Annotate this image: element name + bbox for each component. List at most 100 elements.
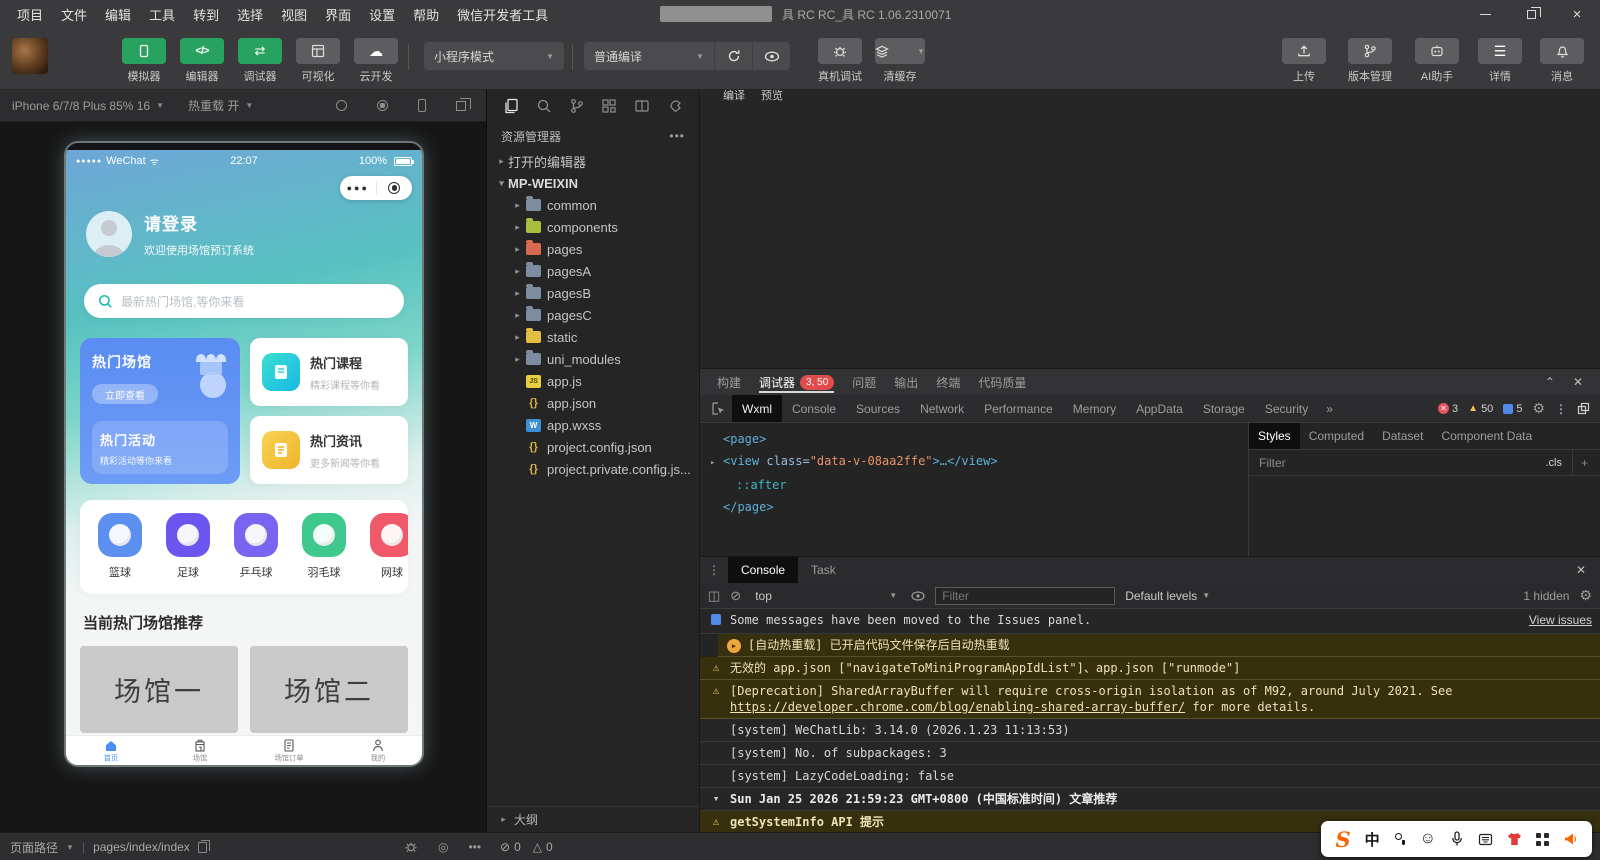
devtools-tab[interactable]: AppData [1126,395,1193,422]
version-control-button[interactable] [1348,38,1392,64]
venue-card[interactable]: 场馆一 [80,646,238,733]
login-prompt[interactable]: 请登录 [144,210,254,235]
menu-item[interactable]: 界面 [316,5,360,24]
close-panel-icon[interactable]: ✕ [1564,375,1592,389]
devtools-tab[interactable]: Security [1255,395,1318,422]
compile-button[interactable] [714,42,752,70]
menu-item[interactable]: 工具 [140,5,184,24]
capsule-button[interactable]: ●●● [340,176,412,200]
more-options-icon[interactable]: ⋮ [1555,402,1567,416]
phone-avatar[interactable] [86,211,132,257]
devtools-tab[interactable]: Storage [1193,395,1255,422]
extensions-icon[interactable] [601,98,617,114]
more-icon[interactable]: ••• [468,840,481,854]
user-avatar[interactable] [12,38,48,74]
styles-tab[interactable]: Computed [1300,423,1373,449]
styles-tab[interactable]: Styles [1249,423,1300,449]
capsule-close-icon[interactable] [377,182,413,194]
tree-item[interactable]: uni_modules [487,348,699,370]
clear-cache-button[interactable]: ▼ [875,38,925,64]
tab-task[interactable]: Task [798,557,849,583]
device-frame-icon[interactable] [418,99,426,112]
messages-button[interactable] [1540,38,1584,64]
search-bar[interactable]: 最新热门场馆,等你来看 [84,284,404,318]
sport-category[interactable]: 网球 [364,513,408,585]
tab-venues[interactable]: 场馆 [155,736,244,765]
log-levels-selector[interactable]: Default levels ▼ [1125,589,1210,603]
watch-icon[interactable]: ◎ [438,840,448,854]
punctuation-mode-icon[interactable] [1394,832,1406,846]
visualize-toggle-button[interactable] [296,38,340,64]
page-path-label[interactable]: 页面路径 [10,839,58,856]
panel-tab[interactable]: 构建 [708,369,750,395]
styles-tab[interactable]: Component Data [1432,423,1541,449]
split-layout-icon[interactable] [634,98,650,114]
upload-button[interactable] [1282,38,1326,64]
warning-badge[interactable]: ▲50 [1468,403,1493,415]
menu-item[interactable]: 选择 [228,5,272,24]
tree-item[interactable]: static [487,326,699,348]
tree-item[interactable]: pagesC [487,304,699,326]
news-card[interactable]: 热门资讯 更多新闻等你看 [250,416,408,484]
settings-gear-icon[interactable]: ⚙ [1532,400,1545,417]
console-settings-icon[interactable]: ⚙ [1579,587,1592,604]
panel-tab[interactable]: 代码质量 [969,369,1035,395]
miniprogram-mode-select[interactable]: 小程序模式 ▼ [424,42,564,70]
sport-category[interactable]: 篮球 [92,513,148,585]
cloud-dev-button[interactable]: ☁ [354,38,398,64]
debugger-toggle-button[interactable]: ⇄ [238,38,282,64]
venue-card[interactable]: 场馆二 [250,646,408,733]
message-link[interactable]: https://developer.chrome.com/blog/enabli… [730,700,1185,714]
new-style-rule-icon[interactable]: + [1572,450,1596,475]
menu-item[interactable]: 项目 [8,5,52,24]
tree-item[interactable]: project.private.config.js... [487,458,699,480]
close-button[interactable]: × [1554,0,1600,28]
devtools-tab[interactable]: Console [782,395,846,422]
menu-item[interactable]: 编辑 [96,5,140,24]
search-icon[interactable] [536,98,552,114]
tree-item[interactable]: components [487,216,699,238]
sport-category[interactable]: 乒乓球 [228,513,284,585]
hot-reload-selector[interactable]: 热重载 开 ▼ [188,97,253,114]
undock-icon[interactable] [1577,402,1590,415]
tree-item[interactable]: app.js [487,370,699,392]
voice-input-icon[interactable] [1450,831,1464,847]
activity-promo[interactable]: 热门活动 精彩活动等你来看 [92,421,228,474]
styles-filter-input[interactable]: Filter [1259,456,1286,470]
expand-caret-icon[interactable]: ▸ [710,452,723,474]
tree-item[interactable]: project.config.json [487,436,699,458]
menu-item[interactable]: 设置 [360,5,404,24]
multi-window-icon[interactable] [456,101,466,111]
more-actions-icon[interactable]: ••• [669,129,685,143]
copy-path-icon[interactable] [198,842,207,853]
devtools-tab[interactable]: Memory [1063,395,1126,422]
more-tabs-icon[interactable]: » [1318,402,1341,416]
live-expression-icon[interactable] [911,591,925,601]
skin-icon[interactable] [1507,832,1522,846]
device-selector[interactable]: iPhone 6/7/8 Plus 85% 16 [12,99,150,113]
language-mode-icon[interactable]: 中 [1365,829,1380,850]
tab-console[interactable]: Console [728,557,798,583]
tree-item[interactable]: common [487,194,699,216]
tree-item[interactable]: pages [487,238,699,260]
menu-item[interactable]: 视图 [272,5,316,24]
more-dots-icon[interactable]: ●●● [340,183,376,193]
menu-item[interactable]: 文件 [52,5,96,24]
emoji-icon[interactable]: ☺ [1420,830,1436,848]
panel-tab[interactable]: 问题 [843,369,885,395]
tree-item[interactable]: pagesA [487,260,699,282]
wxml-tree[interactable]: <page> ▸<view class="data-v-08aa2ffe">…<… [700,423,1248,556]
inspect-element-icon[interactable] [704,401,732,416]
devtools-tab[interactable]: Sources [846,395,910,422]
console-sidebar-icon[interactable]: ◫ [708,588,720,604]
ai-assistant-button[interactable] [1415,38,1459,64]
source-control-icon[interactable] [569,98,585,114]
close-console-icon[interactable]: ✕ [1562,563,1600,577]
clear-console-icon[interactable]: ⊘ [730,588,741,604]
minimize-button[interactable] [1462,0,1508,28]
editor-toggle-button[interactable]: </> [180,38,224,64]
tree-item[interactable]: pagesB [487,282,699,304]
tree-item[interactable]: app.wxss [487,414,699,436]
drag-handle-icon[interactable]: ⋮ [700,563,728,577]
tab-home[interactable]: 首页 [66,736,155,765]
